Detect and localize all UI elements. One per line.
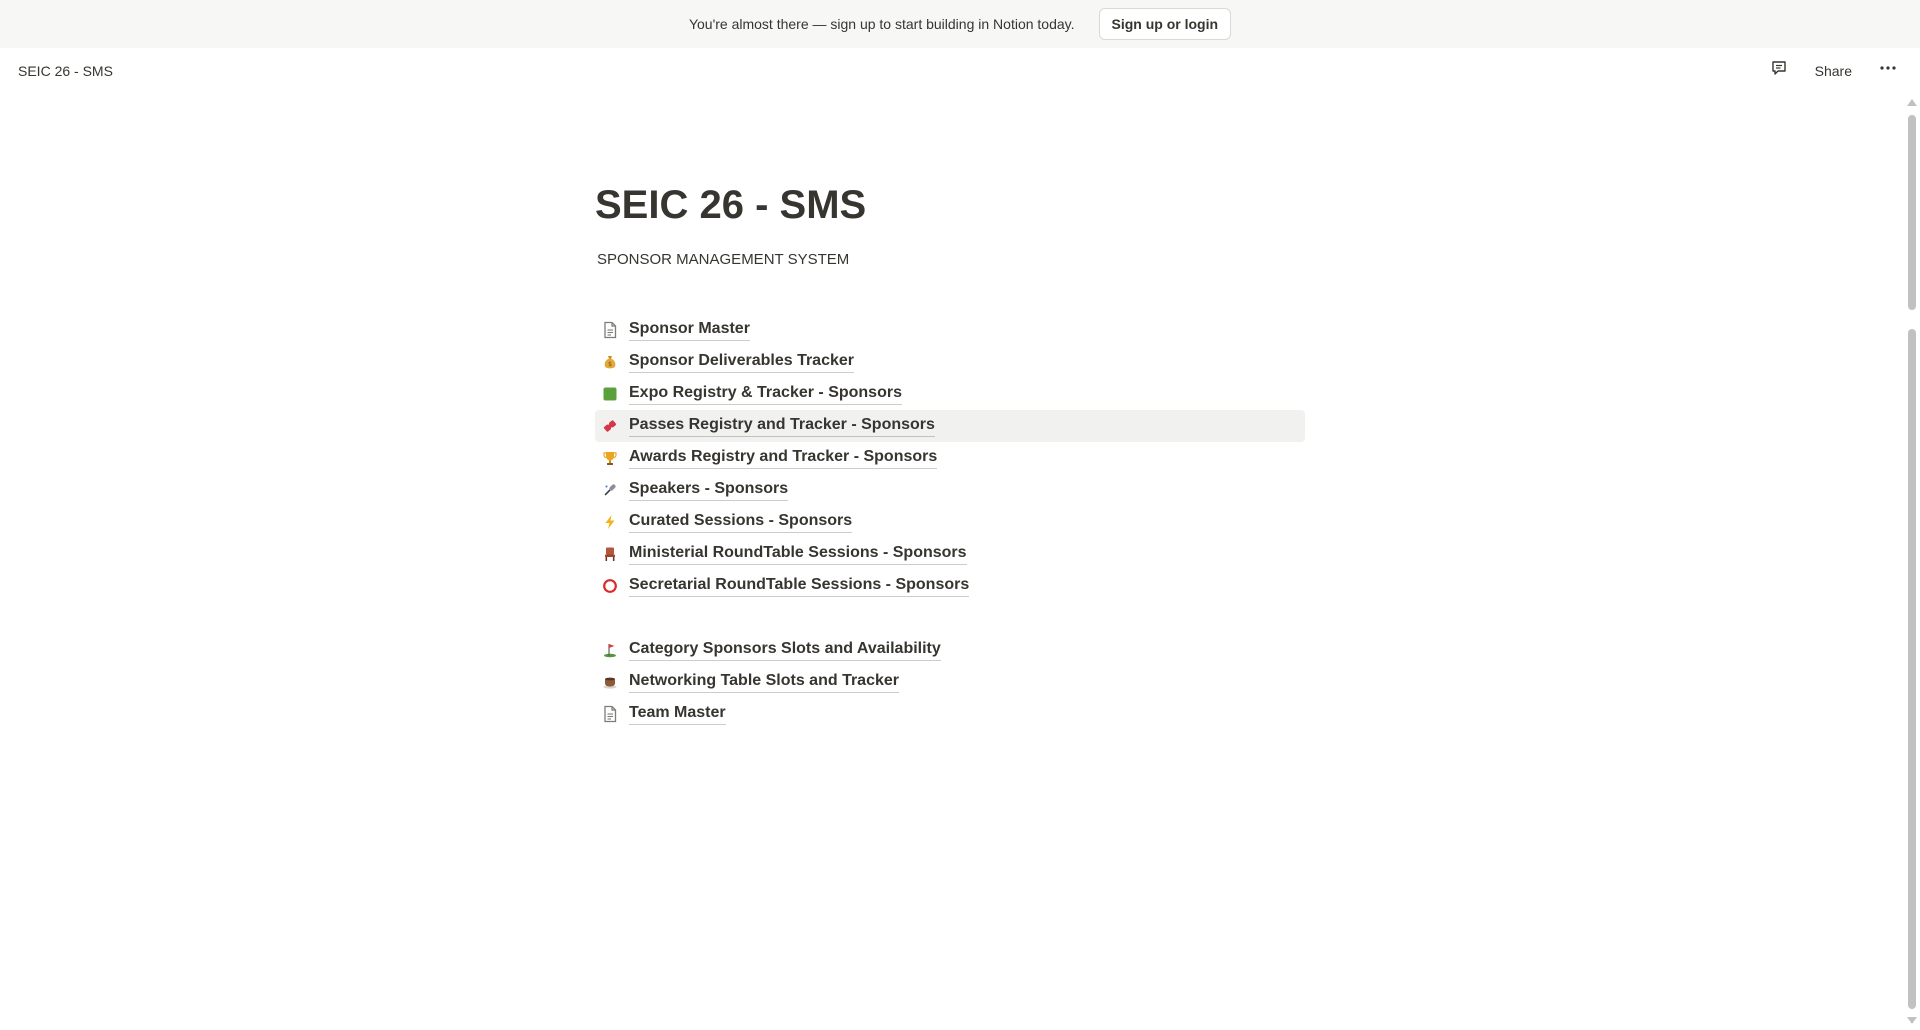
link-label: Expo Registry & Tracker - Sponsors — [629, 383, 902, 405]
link-category-sponsors[interactable]: Category Sponsors Slots and Availability — [595, 634, 1305, 666]
link-label: Networking Table Slots and Tracker — [629, 671, 899, 693]
signup-login-button[interactable]: Sign up or login — [1098, 8, 1232, 40]
banner-text: You're almost there — sign up to start b… — [688, 16, 1075, 32]
link-awards-registry[interactable]: Awards Registry and Tracker - Sponsors — [595, 442, 1305, 474]
red-circle-icon — [601, 577, 619, 595]
page-links: Sponsor Master $ Sponsor Deliverables Tr… — [595, 314, 1305, 730]
breadcrumb[interactable]: SEIC 26 - SMS — [18, 63, 1765, 79]
link-speakers[interactable]: Speakers - Sponsors — [595, 474, 1305, 506]
link-label: Speakers - Sponsors — [629, 479, 789, 501]
link-passes-registry[interactable]: Passes Registry and Tracker - Sponsors — [595, 410, 1305, 442]
microphone-icon — [601, 481, 619, 499]
scroll-down-arrow-icon[interactable] — [1907, 1017, 1917, 1024]
link-label: Awards Registry and Tracker - Sponsors — [629, 447, 938, 469]
link-team-master[interactable]: Team Master — [595, 698, 1305, 730]
signup-banner: You're almost there — sign up to start b… — [0, 0, 1920, 48]
link-label: Category Sponsors Slots and Availability — [629, 639, 941, 661]
share-button[interactable]: Share — [1807, 59, 1860, 83]
link-curated-sessions[interactable]: Curated Sessions - Sponsors — [595, 506, 1305, 538]
page-icon — [601, 321, 619, 339]
link-label: Sponsor Master — [629, 319, 750, 341]
money-bag-icon: $ — [601, 353, 619, 371]
vertical-scrollbar[interactable] — [1904, 93, 1920, 1030]
more-dots-icon — [1879, 59, 1897, 82]
link-networking-table[interactable]: Networking Table Slots and Tracker — [595, 666, 1305, 698]
scroll-thumb-lower[interactable] — [1908, 329, 1916, 1009]
more-options-button[interactable] — [1874, 57, 1902, 85]
topbar-actions: Share — [1765, 57, 1902, 85]
comments-button[interactable] — [1765, 57, 1793, 85]
coffee-icon — [601, 673, 619, 691]
link-label: Curated Sessions - Sponsors — [629, 511, 853, 533]
lightning-icon — [601, 513, 619, 531]
link-ministerial-roundtable[interactable]: Ministerial RoundTable Sessions - Sponso… — [595, 538, 1305, 570]
link-label: Ministerial RoundTable Sessions - Sponso… — [629, 543, 967, 565]
link-label: Team Master — [629, 703, 726, 725]
trophy-icon — [601, 449, 619, 467]
scroll-up-arrow-icon[interactable] — [1907, 99, 1917, 106]
flag-icon — [601, 641, 619, 659]
page-title[interactable]: SEIC 26 - SMS — [595, 181, 1305, 229]
link-label: Secretarial RoundTable Sessions - Sponso… — [629, 575, 970, 597]
link-secretarial-roundtable[interactable]: Secretarial RoundTable Sessions - Sponso… — [595, 570, 1305, 602]
page-icon — [601, 705, 619, 723]
green-square-icon — [601, 385, 619, 403]
comment-icon — [1770, 59, 1788, 82]
top-bar: SEIC 26 - SMS Share — [0, 48, 1920, 93]
page-subtitle[interactable]: SPONSOR MANAGEMENT SYSTEM — [595, 251, 1305, 268]
scroll-thumb-upper[interactable] — [1908, 115, 1916, 310]
svg-text:$: $ — [608, 361, 612, 368]
link-expo-registry[interactable]: Expo Registry & Tracker - Sponsors — [595, 378, 1305, 410]
link-sponsor-master[interactable]: Sponsor Master — [595, 314, 1305, 346]
link-label: Sponsor Deliverables Tracker — [629, 351, 854, 373]
link-label: Passes Registry and Tracker - Sponsors — [629, 415, 935, 437]
ticket-icon — [601, 417, 619, 435]
chair-icon — [601, 545, 619, 563]
link-sponsor-deliverables[interactable]: $ Sponsor Deliverables Tracker — [595, 346, 1305, 378]
page-content: SEIC 26 - SMS SPONSOR MANAGEMENT SYSTEM … — [595, 93, 1305, 730]
